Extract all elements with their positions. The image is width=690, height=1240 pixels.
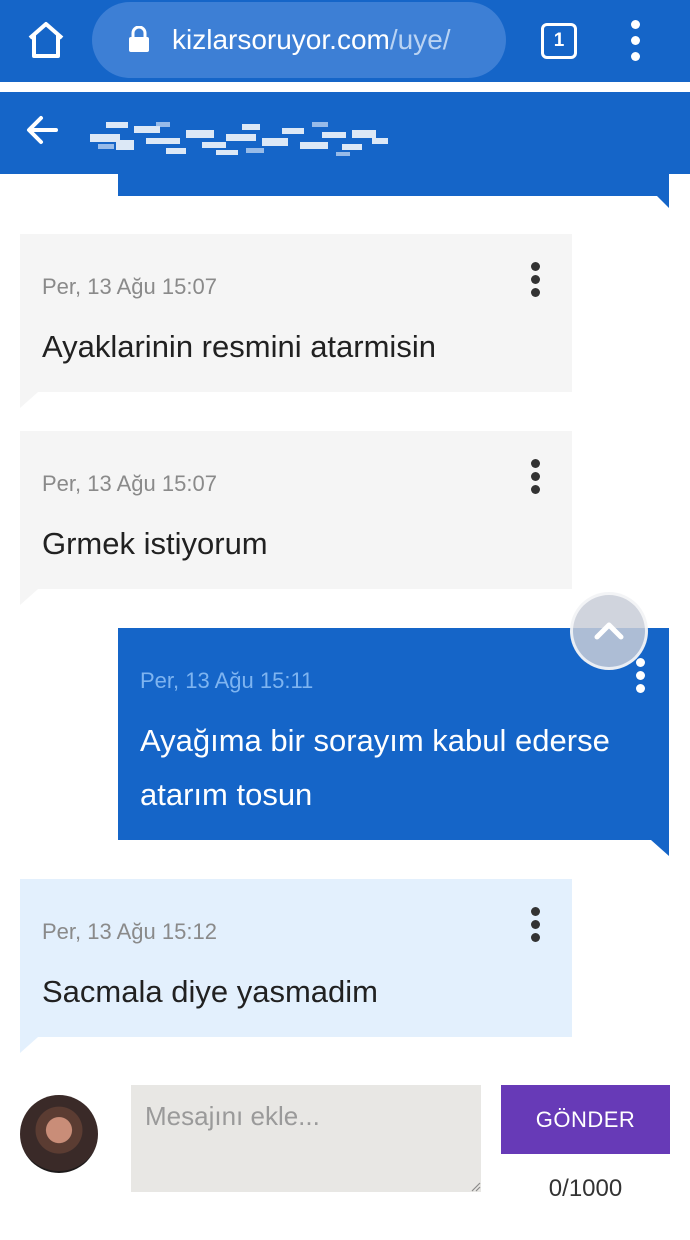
- avatar[interactable]: [20, 1095, 98, 1173]
- message-text: Ayağıma bir sorayım kabul ederse atarım …: [140, 723, 610, 812]
- browser-menu-button[interactable]: [626, 20, 646, 62]
- message-bubble: Per, 13 Ağu 15:07 Grmek istiyorum: [20, 431, 572, 605]
- message-bubble: Per, 13 Ağu 15:07 Ayaklarinin resmini at…: [20, 234, 572, 408]
- bubble-tail: [651, 190, 669, 208]
- message-text: Ayaklarinin resmini atarmisin: [42, 329, 436, 364]
- message-timestamp: Per, 13 Ağu 15:07: [42, 471, 217, 496]
- bubble-tail: [20, 1037, 38, 1053]
- resize-grip-icon[interactable]: [471, 1182, 481, 1192]
- message-input[interactable]: [131, 1085, 481, 1192]
- message-timestamp: Per, 13 Ağu 15:11: [140, 668, 314, 693]
- tab-count: 1: [553, 30, 565, 51]
- bubble-tail: [651, 840, 669, 856]
- message-bubble: Per, 13 Ağu 15:12 Sacmala diye yasmadim: [20, 879, 572, 1053]
- bubble-tail: [20, 392, 38, 408]
- message-timestamp: Per, 13 Ağu 15:12: [42, 919, 217, 944]
- url-domain: kizlarsoruyor.com: [172, 24, 390, 55]
- tabs-button[interactable]: 1: [541, 23, 577, 59]
- message-options-button[interactable]: [526, 459, 546, 503]
- send-button[interactable]: GÖNDER: [501, 1085, 670, 1154]
- message-text: Sacmala diye yasmadim: [42, 974, 378, 1009]
- lock-icon: [129, 26, 149, 52]
- scroll-to-top-button[interactable]: [570, 592, 648, 670]
- message-timestamp: Per, 13 Ağu 15:07: [42, 274, 217, 299]
- previous-sent-bubble: [118, 174, 669, 196]
- back-button[interactable]: [22, 110, 62, 150]
- url-text: kizlarsoruyor.com/uye/: [172, 24, 451, 56]
- redacted-username: [90, 122, 388, 156]
- bubble-tail: [20, 589, 38, 605]
- message-text: Grmek istiyorum: [42, 526, 268, 561]
- home-button[interactable]: [24, 18, 68, 62]
- url-path: /uye/: [389, 24, 451, 55]
- character-counter: 0/1000: [548, 1175, 623, 1202]
- message-options-button[interactable]: [526, 907, 546, 951]
- back-arrow-icon: [27, 116, 58, 144]
- home-icon: [28, 22, 64, 58]
- message-options-button[interactable]: [526, 262, 546, 306]
- conversation-header: [0, 92, 690, 174]
- browser-toolbar: kizlarsoruyor.com/uye/ 1: [0, 0, 690, 82]
- address-bar[interactable]: kizlarsoruyor.com/uye/: [92, 2, 506, 78]
- chevron-up-icon: [594, 622, 624, 640]
